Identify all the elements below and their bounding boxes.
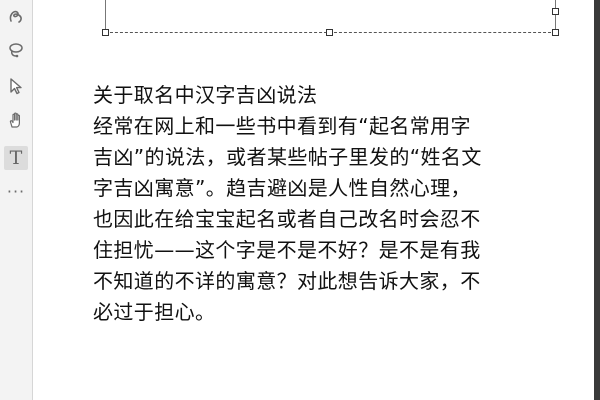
article-line: 住担忧——这个字是不是不好？是不是有我	[93, 238, 481, 262]
article-line: 不知道的不详的寓意？对此想告诉大家，不	[93, 269, 481, 293]
text-tool-icon[interactable]: T	[4, 146, 28, 170]
lasso-icon[interactable]	[4, 38, 28, 62]
more-dots-icon[interactable]: ···	[4, 180, 28, 204]
hand-pan-icon[interactable]	[4, 108, 28, 132]
article-line: 经常在网上和一些书中看到有“起名常用字	[93, 114, 471, 138]
resize-handle-right[interactable]	[552, 8, 559, 15]
article-line: 字吉凶寓意”。趋吉避凶是人性自然心理，	[93, 176, 471, 200]
article-line: 必过于担心。	[93, 300, 216, 324]
resize-handle-bottom-right[interactable]	[552, 29, 559, 36]
tool-strip: T ···	[0, 0, 33, 400]
text-tool-glyph: T	[9, 146, 23, 169]
editor-window: T ··· 关于取名中汉字吉凶说法 经常在网上和一些书中看到有“起名常用字 吉凶…	[0, 0, 600, 400]
resize-handle-bottom-left[interactable]	[102, 29, 109, 36]
curl-brush-icon[interactable]	[4, 4, 28, 28]
more-dots-glyph: ···	[6, 182, 26, 201]
article-line: 吉凶”的说法，或者某些帖子里发的“姓名文	[93, 145, 482, 169]
arrow-pointer-icon[interactable]	[4, 74, 28, 98]
article-title: 关于取名中汉字吉凶说法	[93, 83, 318, 107]
resize-handle-bottom-center[interactable]	[326, 29, 333, 36]
selection-frame[interactable]	[102, 0, 559, 36]
article-line: 也因此在给宝宝起名或者自己改名时会忍不	[93, 207, 481, 231]
article-text[interactable]: 关于取名中汉字吉凶说法 经常在网上和一些书中看到有“起名常用字 吉凶”的说法，或…	[93, 80, 573, 328]
window-edge	[594, 0, 600, 400]
